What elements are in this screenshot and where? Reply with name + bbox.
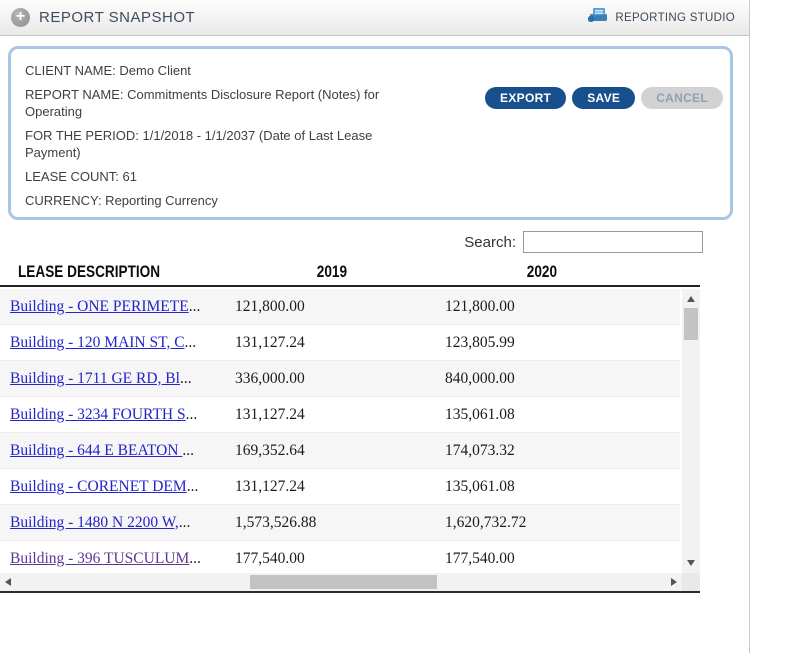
value-2019: 121,800.00 [235, 298, 445, 316]
table-body: Building - ONE PERIMETE... 121,800.00 12… [0, 289, 700, 573]
scroll-up-icon[interactable] [682, 291, 700, 307]
action-buttons: EXPORT SAVE CANCEL [485, 87, 723, 109]
table-row: Building - 120 MAIN ST, C... 131,127.24 … [0, 325, 680, 361]
column-header-lease-description: LEASE DESCRIPTION [0, 262, 227, 282]
lease-link[interactable]: Building - 644 E BEATON ... [10, 442, 194, 459]
value-2020: 135,061.08 [445, 406, 680, 424]
value-2019: 169,352.64 [235, 442, 445, 460]
search-input[interactable] [523, 231, 703, 253]
report-snapshot-panel: + REPORT SNAPSHOT REPORTING STUDIO CLI [0, 0, 750, 653]
table-row: Building - 1480 N 2200 W,... 1,573,526.8… [0, 505, 680, 541]
scroll-left-icon[interactable] [0, 574, 16, 590]
value-2020: 177,540.00 [445, 550, 680, 568]
report-name-line: REPORT NAME: Commitments Disclosure Repo… [25, 86, 425, 120]
lease-link[interactable]: Building - 3234 FOURTH S... [10, 406, 197, 423]
reporting-studio-label: REPORTING STUDIO [615, 12, 735, 24]
report-snapshot-page: + REPORT SNAPSHOT REPORTING STUDIO CLI [0, 0, 810, 653]
lease-count-line: LEASE COUNT: 61 [25, 168, 425, 185]
value-2019: 1,573,526.88 [235, 514, 445, 532]
search-label: Search: [464, 234, 516, 251]
vertical-scrollbar[interactable] [682, 289, 700, 573]
table-row: Building - 396 TUSCULUM... 177,540.00 17… [0, 541, 680, 573]
export-button[interactable]: EXPORT [485, 87, 566, 109]
value-2019: 131,127.24 [235, 334, 445, 352]
cancel-button[interactable]: CANCEL [641, 87, 723, 109]
value-2019: 131,127.24 [235, 406, 445, 424]
value-2019: 177,540.00 [235, 550, 445, 568]
search-row: Search: [0, 230, 703, 254]
table-row: Building - CORENET DEM... 131,127.24 135… [0, 469, 680, 505]
reporting-studio-button[interactable]: REPORTING STUDIO [587, 7, 735, 28]
horizontal-scrollbar[interactable] [0, 573, 682, 591]
titlebar: + REPORT SNAPSHOT REPORTING STUDIO [0, 0, 749, 36]
table-header: LEASE DESCRIPTION 2019 2020 [0, 258, 700, 287]
save-button[interactable]: SAVE [572, 87, 635, 109]
lease-link[interactable]: Building - ONE PERIMETE... [10, 298, 200, 315]
value-2020: 135,061.08 [445, 478, 680, 496]
value-2019: 336,000.00 [235, 370, 445, 388]
page-title: REPORT SNAPSHOT [39, 9, 195, 26]
lease-link[interactable]: Building - 1480 N 2200 W,... [10, 514, 190, 531]
value-2020: 123,805.99 [445, 334, 680, 352]
lease-link[interactable]: Building - 1711 GE RD, Bl... [10, 370, 192, 387]
value-2020: 840,000.00 [445, 370, 680, 388]
scroll-down-icon[interactable] [682, 555, 700, 571]
table-bottom-border [0, 591, 700, 593]
column-header-2019: 2019 [227, 262, 437, 282]
scrollbar-corner [682, 573, 700, 591]
horizontal-scroll-thumb[interactable] [250, 575, 437, 589]
lease-link[interactable]: Building - 396 TUSCULUM... [10, 550, 201, 567]
scroll-right-icon[interactable] [666, 574, 682, 590]
lease-link[interactable]: Building - CORENET DEM... [10, 478, 198, 495]
value-2020: 174,073.32 [445, 442, 680, 460]
table-row: Building - 1711 GE RD, Bl... 336,000.00 … [0, 361, 680, 397]
table-row: Building - 644 E BEATON ... 169,352.64 1… [0, 433, 680, 469]
column-header-2020: 2020 [437, 262, 647, 282]
vertical-scroll-thumb[interactable] [684, 308, 698, 340]
period-line: FOR THE PERIOD: 1/1/2018 - 1/1/2037 (Dat… [25, 127, 425, 161]
value-2020: 121,800.00 [445, 298, 680, 316]
value-2020: 1,620,732.72 [445, 514, 680, 532]
client-name-line: CLIENT NAME: Demo Client [25, 62, 425, 79]
table-row: Building - 3234 FOURTH S... 131,127.24 1… [0, 397, 680, 433]
lease-link[interactable]: Building - 120 MAIN ST, C... [10, 334, 196, 351]
reporting-studio-icon [587, 7, 609, 28]
table-row: Building - ONE PERIMETE... 121,800.00 12… [0, 289, 680, 325]
currency-line: CURRENCY: Reporting Currency [25, 192, 425, 209]
expand-plus-icon[interactable]: + [11, 8, 30, 27]
report-info-panel: CLIENT NAME: Demo Client REPORT NAME: Co… [8, 46, 733, 220]
value-2019: 131,127.24 [235, 478, 445, 496]
